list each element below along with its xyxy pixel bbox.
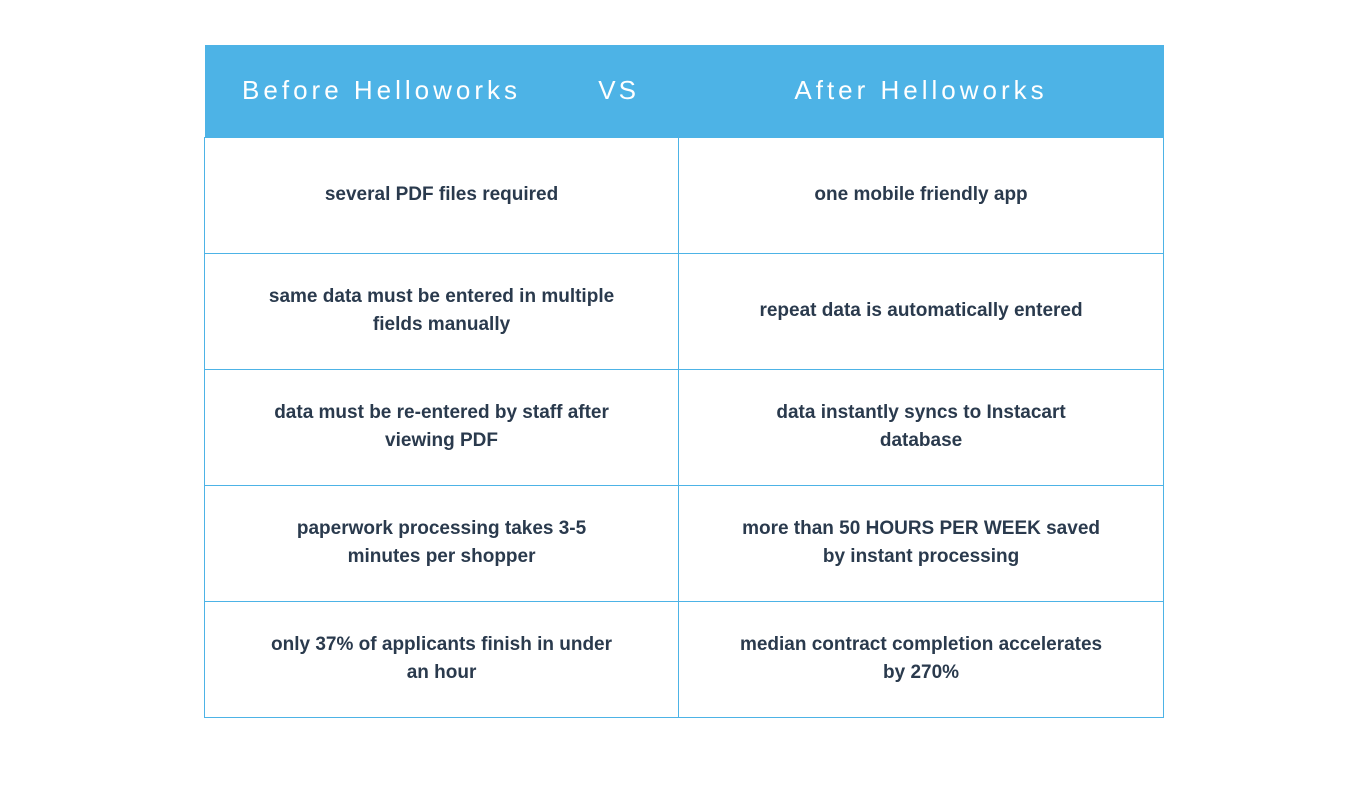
- header-vs: VS: [559, 45, 679, 137]
- comparison-table: Before Helloworks VS After Helloworks se…: [204, 45, 1164, 718]
- table-header-row: Before Helloworks VS After Helloworks: [205, 45, 1164, 137]
- cell-after: one mobile friendly app: [679, 137, 1164, 253]
- cell-before: paperwork processing takes 3-5 minutes p…: [205, 485, 679, 601]
- cell-after: repeat data is automatically entered: [679, 253, 1164, 369]
- cell-before: same data must be entered in multiple fi…: [205, 253, 679, 369]
- header-before: Before Helloworks: [205, 45, 559, 137]
- cell-before: only 37% of applicants finish in under a…: [205, 601, 679, 717]
- table-row: data must be re-entered by staff after v…: [205, 369, 1164, 485]
- table-row: paperwork processing takes 3-5 minutes p…: [205, 485, 1164, 601]
- header-after: After Helloworks: [679, 45, 1164, 137]
- cell-after: data instantly syncs to Instacart databa…: [679, 369, 1164, 485]
- table-row: only 37% of applicants finish in under a…: [205, 601, 1164, 717]
- table-row: same data must be entered in multiple fi…: [205, 253, 1164, 369]
- cell-before: several PDF files required: [205, 137, 679, 253]
- cell-after: more than 50 HOURS PER WEEK saved by ins…: [679, 485, 1164, 601]
- table-row: several PDF files required one mobile fr…: [205, 137, 1164, 253]
- cell-before: data must be re-entered by staff after v…: [205, 369, 679, 485]
- cell-after: median contract completion accelerates b…: [679, 601, 1164, 717]
